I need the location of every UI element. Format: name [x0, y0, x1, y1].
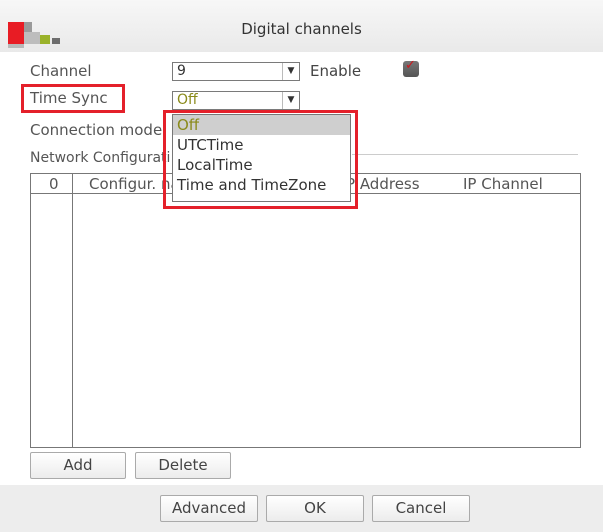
- column-header-ip-address[interactable]: P Address: [346, 175, 420, 193]
- title-bar: Digital channels: [0, 0, 603, 52]
- add-button[interactable]: Add: [30, 452, 126, 479]
- time-sync-label: Time Sync: [30, 89, 108, 107]
- option-off[interactable]: Off: [173, 115, 350, 135]
- window-title: Digital channels: [241, 20, 362, 38]
- column-header-index[interactable]: 0: [49, 175, 59, 193]
- connection-mode-label: Connection mode: [30, 121, 163, 139]
- channel-value: 9: [177, 63, 186, 79]
- option-utctime[interactable]: UTCTime: [173, 135, 350, 155]
- time-sync-select[interactable]: Off ▼: [172, 91, 300, 110]
- time-sync-dropdown-list: Off UTCTime LocalTime Time and TimeZone: [172, 114, 351, 202]
- checkmark-icon: ✓: [405, 58, 416, 73]
- channel-table: 0 Configur. na P Address IP Channel: [30, 173, 581, 448]
- channel-label: Channel: [30, 62, 92, 80]
- ok-button[interactable]: OK: [266, 495, 364, 522]
- chevron-down-icon[interactable]: ▼: [282, 92, 299, 109]
- enable-label: Enable: [310, 62, 362, 80]
- column-divider: [72, 174, 73, 447]
- column-header-ip-channel[interactable]: IP Channel: [463, 175, 543, 193]
- channel-select[interactable]: 9 ▼: [172, 62, 300, 81]
- chevron-down-icon[interactable]: ▼: [282, 63, 299, 80]
- option-time-and-timezone[interactable]: Time and TimeZone: [173, 175, 350, 195]
- enable-checkbox[interactable]: ✓: [403, 58, 419, 77]
- column-header-config-name[interactable]: Configur. na: [89, 175, 180, 193]
- delete-button[interactable]: Delete: [135, 452, 231, 479]
- option-localtime[interactable]: LocalTime: [173, 155, 350, 175]
- section-divider: [352, 154, 578, 155]
- cancel-button[interactable]: Cancel: [372, 495, 470, 522]
- advanced-button[interactable]: Advanced: [160, 495, 258, 522]
- network-config-label: Network Configurati: [30, 150, 171, 166]
- time-sync-value: Off: [177, 92, 198, 108]
